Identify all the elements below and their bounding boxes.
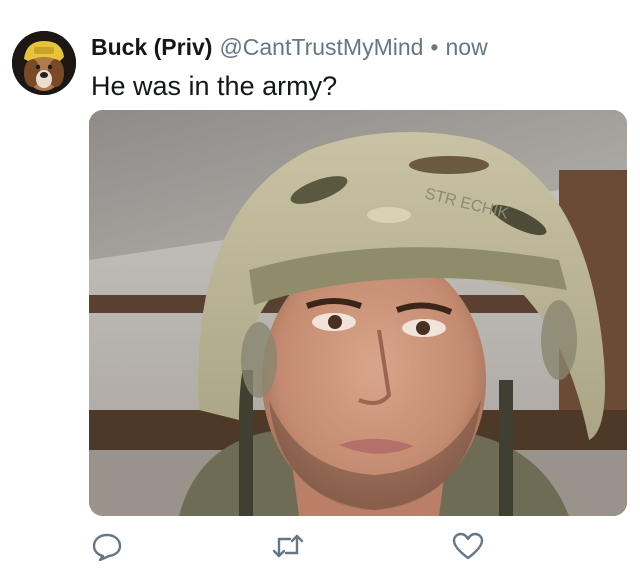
- reply-button[interactable]: [89, 530, 125, 562]
- like-button[interactable]: [450, 530, 486, 562]
- tweet-text: He was in the army?: [91, 71, 338, 101]
- avatar-image: [12, 31, 76, 95]
- soldier-photo: STR ECHIK: [89, 110, 627, 516]
- heart-icon: [452, 532, 484, 560]
- timestamp[interactable]: now: [445, 31, 487, 63]
- separator-dot: •: [430, 34, 439, 60]
- tweet-header: Buck (Priv) @CantTrustMyMind • now: [91, 31, 488, 63]
- tweet-media[interactable]: STR ECHIK: [89, 110, 627, 516]
- retweet-button[interactable]: [270, 530, 306, 562]
- retweet-icon: [272, 534, 304, 558]
- tweet-actions: [89, 530, 489, 562]
- author-name[interactable]: Buck (Priv): [91, 31, 212, 63]
- avatar[interactable]: [12, 31, 76, 95]
- speech-bubble-icon: [92, 533, 122, 561]
- author-handle[interactable]: @CantTrustMyMind: [219, 31, 423, 63]
